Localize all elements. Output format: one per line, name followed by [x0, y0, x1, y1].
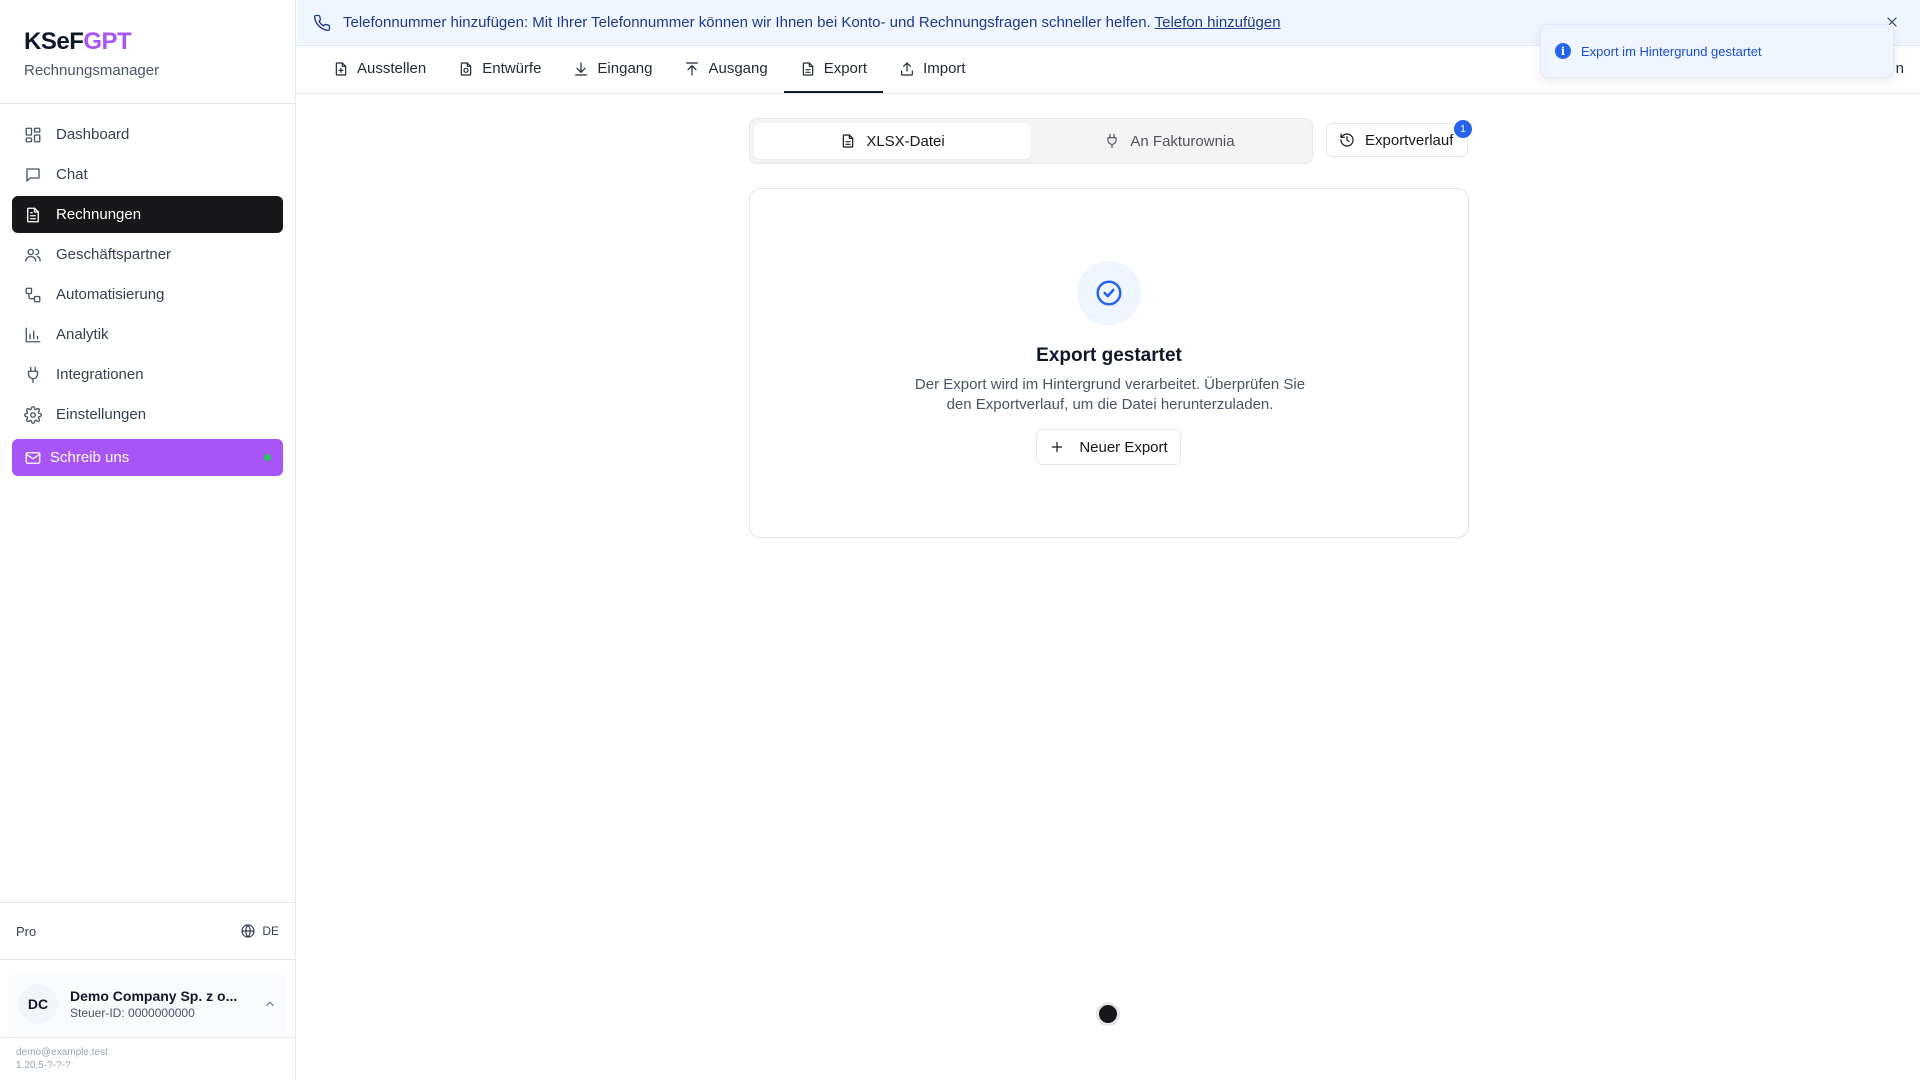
format-option-label: XLSX-Datei [866, 132, 945, 150]
history-icon [1339, 132, 1355, 148]
sidebar-item-label: Chat [56, 166, 88, 183]
import-icon [899, 61, 915, 77]
plus-icon [1049, 439, 1065, 455]
new-export-label: Neuer Export [1079, 438, 1168, 456]
download-icon [573, 61, 589, 77]
users-icon [24, 246, 42, 264]
chat-icon [24, 166, 42, 184]
file-icon [840, 133, 856, 149]
tab-label: Ausgang [708, 60, 768, 77]
status-description: Der Export wird im Hintergrund verarbeit… [914, 376, 1306, 413]
sidebar-nav: Dashboard Chat Rechnungen Geschäftspartn… [0, 104, 295, 476]
bar-chart-icon [24, 326, 42, 344]
export-format-toggle: XLSX-Datei An Fakturownia [749, 118, 1313, 164]
logo-accent-text: GPT [83, 28, 132, 55]
footer-info: demo@example.test 1.20.5-?-?-? [16, 1046, 108, 1072]
brand: KSeFGPT Rechnungsmanager [0, 0, 295, 104]
tab-label: Export [823, 60, 868, 77]
online-status-dot [264, 454, 271, 461]
tab-ausgang[interactable]: Ausgang [668, 46, 783, 93]
sidebar-item-einstellungen[interactable]: Einstellungen [12, 396, 283, 433]
sidebar-item-label: Dashboard [56, 126, 130, 143]
sidebar-item-label: Integrationen [56, 366, 144, 383]
export-history-badge: 1 [1454, 120, 1472, 138]
sidebar-item-integrationen[interactable]: Integrationen [12, 356, 283, 393]
sidebar-item-label: Automatisierung [56, 286, 165, 303]
chevron-up-icon [263, 997, 277, 1011]
tab-label: Entwürfe [482, 60, 542, 77]
tab-label: Eingang [597, 60, 653, 77]
contact-us-button[interactable]: Schreib uns [12, 439, 283, 476]
status-title: Export gestartet [1036, 345, 1182, 366]
sidebar-item-label: Analytik [56, 326, 109, 343]
loading-indicator [1096, 1002, 1120, 1026]
company-info: Demo Company Sp. z o... Steuer-ID: 00000… [70, 988, 251, 1020]
brand-subtitle: Rechnungsmanager [24, 62, 160, 79]
format-option-label: An Fakturownia [1130, 132, 1235, 150]
company-name: Demo Company Sp. z o... [70, 988, 238, 1004]
sidebar-item-label: Rechnungen [56, 206, 142, 223]
banner-message: Telefonnummer hinzufügen: Mit Ihrer Tele… [343, 14, 1151, 31]
language-label: DE [262, 924, 279, 938]
sidebar-item-label: Einstellungen [56, 406, 147, 423]
format-option-fakturownia[interactable]: An Fakturownia [1031, 123, 1308, 159]
dashboard-icon [24, 126, 42, 144]
toast-message: Export im Hintergrund gestartet [1581, 43, 1762, 59]
tab-ausstellen[interactable]: Ausstellen [317, 46, 442, 93]
tab-label: Import [923, 60, 966, 77]
file-text-icon [800, 61, 816, 77]
sidebar-item-chat[interactable]: Chat [12, 156, 283, 193]
format-option-xlsx[interactable]: XLSX-Datei [754, 123, 1031, 159]
file-plus-icon [333, 61, 349, 77]
avatar: DC [18, 984, 58, 1024]
sidebar-item-rechnungen[interactable]: Rechnungen [12, 196, 283, 233]
new-export-button[interactable]: Neuer Export [1036, 429, 1181, 465]
globe-icon [240, 923, 256, 939]
info-toast: i Export im Hintergrund gestartet [1540, 24, 1894, 78]
workflow-icon [24, 286, 42, 304]
plug-icon [24, 366, 42, 384]
gear-icon [24, 405, 42, 424]
language-selector[interactable]: DE [240, 923, 279, 939]
brand-logo[interactable]: KSeFGPT [24, 28, 271, 56]
export-status-card: Export gestartet Der Export wird im Hint… [749, 188, 1469, 538]
company-switcher[interactable]: DC Demo Company Sp. z o... Steuer-ID: 00… [8, 974, 287, 1034]
sidebar-item-geschaeftspartner[interactable]: Geschäftspartner [12, 236, 283, 273]
upload-icon [684, 61, 700, 77]
logo-main-text: KSeF [24, 28, 84, 55]
export-history-label: Exportverlauf [1365, 131, 1454, 149]
banner-text: Telefonnummer hinzufügen: Mit Ihrer Tele… [343, 14, 1281, 31]
sidebar-item-analytik[interactable]: Analytik [12, 316, 283, 353]
plan-row: Pro DE [0, 902, 295, 960]
company-tax-id: Steuer-ID: 0000000000 [70, 1006, 195, 1020]
sidebar-item-dashboard[interactable]: Dashboard [12, 116, 283, 153]
footer-divider [0, 1037, 295, 1038]
app-version: 1.20.5-?-?-? [16, 1060, 71, 1071]
file-edit-icon [458, 61, 474, 77]
document-icon [24, 206, 42, 224]
tab-eingang[interactable]: Eingang [557, 46, 668, 93]
user-email: demo@example.test [16, 1047, 108, 1058]
tab-import[interactable]: Import [883, 46, 982, 93]
tab-entwuerfe[interactable]: Entwürfe [442, 46, 557, 93]
sidebar: KSeFGPT Rechnungsmanager Dashboard Chat … [0, 0, 296, 1080]
sidebar-item-automatisierung[interactable]: Automatisierung [12, 276, 283, 313]
tab-export[interactable]: Export [783, 46, 884, 93]
add-phone-link[interactable]: Telefon hinzufügen [1155, 14, 1281, 31]
contact-us-label: Schreib uns [50, 449, 130, 466]
plan-label: Pro [16, 923, 37, 939]
plug-icon [1104, 133, 1120, 149]
sidebar-item-label: Geschäftspartner [56, 246, 172, 263]
info-icon: i [1555, 43, 1571, 59]
check-circle-icon [1077, 261, 1141, 325]
tab-label: Ausstellen [357, 60, 427, 77]
header-trailing-text: n [1895, 60, 1904, 77]
mail-icon [24, 449, 42, 467]
phone-icon [313, 14, 331, 32]
export-history-button[interactable]: Exportverlauf [1326, 123, 1468, 157]
